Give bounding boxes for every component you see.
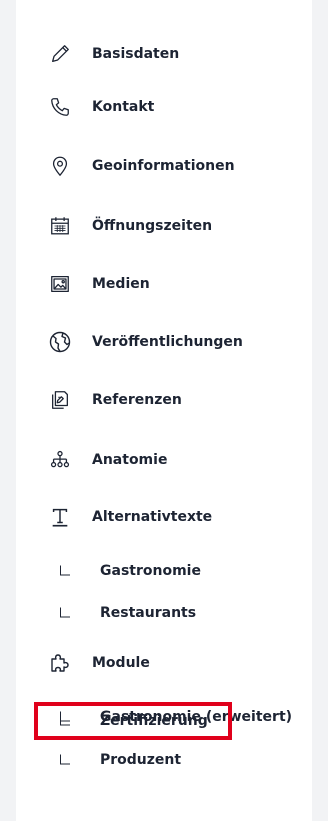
nav-subitem-restaurants[interactable]: Restaurants — [16, 593, 312, 633]
hierarchy-icon — [48, 448, 72, 472]
nav-subitem-produzent[interactable]: Produzent — [16, 740, 312, 780]
documents-icon — [48, 388, 72, 412]
nav-label: Alternativtexte — [92, 509, 213, 525]
map-pin-icon — [48, 154, 72, 178]
image-icon — [48, 272, 72, 296]
nav-label: Produzent — [100, 752, 182, 768]
nav-item-alternativtexte[interactable]: Alternativtexte — [16, 497, 312, 537]
navigation-sidebar: Basisdaten Kontakt Geoinformationen Öffn… — [16, 0, 312, 821]
nav-label: Veröffentlichungen — [92, 334, 243, 350]
nav-label: Module — [92, 655, 150, 671]
nav-label: Gastronomie — [100, 563, 201, 579]
nav-label: Restaurants — [100, 605, 197, 621]
nav-subitem-zertifizierung[interactable]: Zertifizierung — [16, 701, 312, 741]
puzzle-icon — [48, 651, 72, 675]
nav-item-medien[interactable]: Medien — [16, 264, 312, 304]
nav-item-geoinformationen[interactable]: Geoinformationen — [16, 146, 312, 186]
text-icon — [48, 505, 72, 529]
nav-label: Öffnungszeiten — [92, 218, 213, 234]
nav-label: Basisdaten — [92, 46, 180, 62]
calendar-icon — [48, 214, 72, 238]
nav-subitem-gastronomie[interactable]: Gastronomie — [16, 551, 312, 591]
nav-label: Referenzen — [92, 392, 182, 408]
nav-item-oeffnungszeiten[interactable]: Öffnungszeiten — [16, 206, 312, 246]
nav-item-anatomie[interactable]: Anatomie — [16, 440, 312, 480]
globe-icon — [48, 330, 72, 354]
nav-item-basisdaten[interactable]: Basisdaten — [16, 34, 312, 74]
nav-label: Medien — [92, 276, 150, 292]
nav-label: Zertifizierung — [100, 713, 208, 729]
nav-item-veroeffentlichungen[interactable]: Veröffentlichungen — [16, 322, 312, 362]
tree-branch-icon — [60, 565, 70, 576]
tree-branch-icon — [60, 607, 70, 618]
nav-item-module[interactable]: Module — [16, 643, 312, 683]
nav-label: Kontakt — [92, 99, 155, 115]
pencil-icon — [48, 42, 72, 66]
nav-item-referenzen[interactable]: Referenzen — [16, 380, 312, 420]
nav-label: Geoinformationen — [92, 158, 235, 174]
tree-branch-icon — [60, 754, 70, 765]
nav-item-kontakt[interactable]: Kontakt — [16, 87, 312, 127]
phone-icon — [48, 95, 72, 119]
tree-branch-icon — [60, 715, 70, 726]
nav-label: Anatomie — [92, 452, 168, 468]
